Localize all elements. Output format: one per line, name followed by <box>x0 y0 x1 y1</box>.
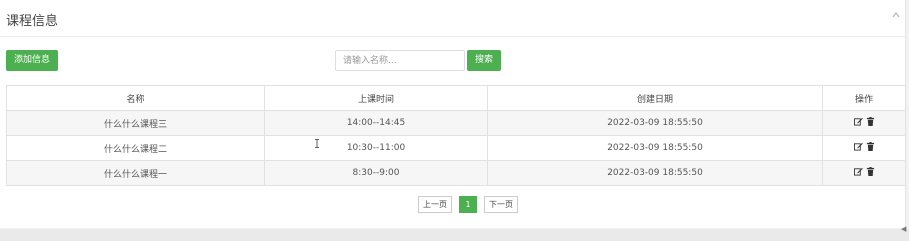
cell-time: 14:00--14:45 <box>264 110 488 136</box>
cell-created: 2022-03-09 18:55:50 <box>487 160 823 186</box>
cell-time: 8:30--9:00 <box>264 160 488 186</box>
panel-header: 课程信息 <box>0 0 905 37</box>
cell-actions <box>822 160 906 186</box>
prev-page-button[interactable]: 上一页 <box>418 196 452 213</box>
trash-icon[interactable] <box>866 142 875 151</box>
table-row: 什么什么课程一 8:30--9:00 2022-03-09 18:55:50 <box>6 160 906 186</box>
table-row: 什么什么课程二 10:30--11:00 2022-03-09 18:55:50 <box>6 135 906 161</box>
cell-actions <box>822 110 906 136</box>
column-header-created: 创建日期 <box>487 85 823 111</box>
cell-name: 什么什么课程一 <box>6 160 265 186</box>
column-header-actions: 操作 <box>822 85 906 111</box>
search-button[interactable]: 搜索 <box>467 50 501 71</box>
cell-created: 2022-03-09 18:55:50 <box>487 110 823 136</box>
column-header-name: 名称 <box>6 85 265 111</box>
chevron-up-icon[interactable] <box>889 10 903 24</box>
horizontal-scrollbar[interactable] <box>0 229 909 241</box>
cell-created: 2022-03-09 18:55:50 <box>487 135 823 161</box>
course-info-panel: 课程信息 添加信息 搜索 名称 上课时间 创建日期 操作 什么什么课程三 14:… <box>0 0 906 228</box>
cell-actions <box>822 135 906 161</box>
edit-icon[interactable] <box>853 117 863 126</box>
pagination: 上一页 1 下一页 <box>418 196 518 213</box>
next-page-button[interactable]: 下一页 <box>484 196 518 213</box>
trash-icon[interactable] <box>866 117 875 126</box>
trash-icon[interactable] <box>866 167 875 176</box>
panel-title: 课程信息 <box>6 14 59 29</box>
cell-time: 10:30--11:00 <box>264 135 488 161</box>
search-input[interactable] <box>335 50 465 71</box>
scroll-left-icon[interactable]: ◀ <box>901 225 906 233</box>
current-page-button[interactable]: 1 <box>459 196 477 213</box>
course-table: 名称 上课时间 创建日期 操作 什么什么课程三 14:00--14:45 202… <box>6 85 906 186</box>
text-cursor-icon <box>315 133 319 148</box>
cell-name: 什么什么课程二 <box>6 135 265 161</box>
edit-icon[interactable] <box>853 142 863 151</box>
cell-name: 什么什么课程三 <box>6 110 265 136</box>
edit-icon[interactable] <box>853 167 863 176</box>
column-header-time: 上课时间 <box>264 85 488 111</box>
table-row: 什么什么课程三 14:00--14:45 2022-03-09 18:55:50 <box>6 110 906 136</box>
add-info-button[interactable]: 添加信息 <box>6 50 58 71</box>
table-header-row: 名称 上课时间 创建日期 操作 <box>6 85 906 111</box>
